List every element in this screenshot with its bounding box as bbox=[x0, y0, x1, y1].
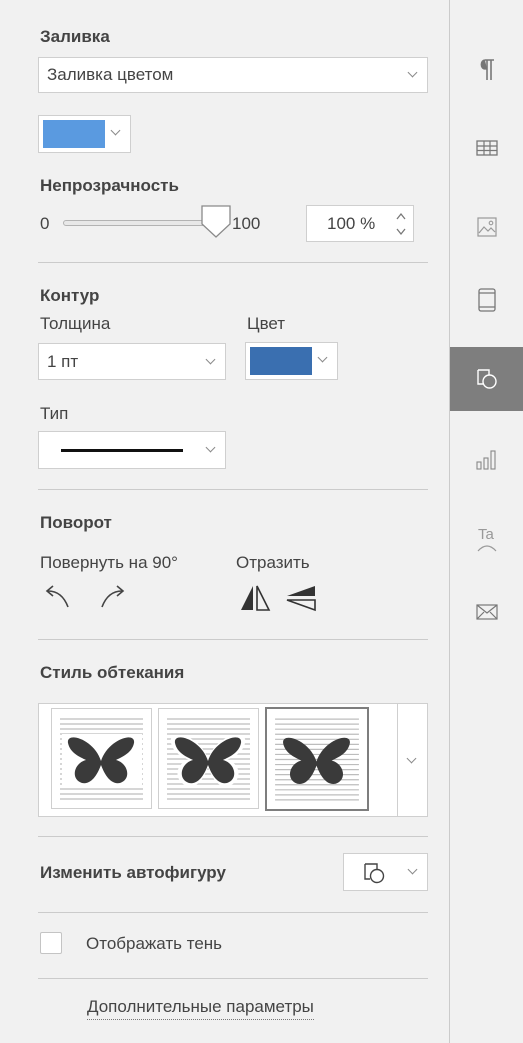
flip-vertical-icon[interactable] bbox=[284, 583, 318, 613]
svg-text:Ta: Ta bbox=[478, 526, 495, 543]
spin-arrows-icon[interactable] bbox=[395, 211, 407, 237]
chart-icon bbox=[475, 450, 496, 470]
opacity-value: 100 % bbox=[327, 213, 376, 233]
gallery-expand-chevron-icon[interactable] bbox=[406, 753, 417, 764]
thickness-select[interactable]: 1 пт bbox=[38, 343, 226, 380]
shape-settings-button[interactable] bbox=[450, 347, 523, 411]
butterfly-wrap-icon bbox=[167, 718, 250, 800]
thickness-label: Толщина bbox=[40, 314, 111, 333]
wrap-option-tight[interactable] bbox=[158, 708, 259, 809]
outline-title: Контур bbox=[40, 286, 100, 305]
chevron-down-icon bbox=[205, 354, 216, 365]
chevron-down-icon bbox=[407, 67, 418, 78]
outline-color-picker[interactable] bbox=[245, 342, 338, 380]
line-type-label: Тип bbox=[40, 404, 69, 423]
image-icon bbox=[476, 217, 497, 237]
solid-line-preview bbox=[61, 449, 183, 452]
header-footer-settings-button[interactable] bbox=[450, 268, 523, 332]
separator bbox=[38, 836, 428, 837]
shape-settings-panel: Заливка Заливка цветом Непрозрачность 0 … bbox=[0, 0, 449, 1043]
show-shadow-label[interactable]: Отображать тень bbox=[86, 934, 222, 954]
image-settings-button[interactable] bbox=[450, 195, 523, 259]
thickness-value: 1 пт bbox=[47, 351, 79, 371]
textart-settings-button[interactable]: Ta bbox=[450, 507, 523, 571]
fill-title: Заливка bbox=[40, 27, 110, 46]
wrap-style-title: Стиль обтекания bbox=[40, 663, 185, 682]
shape-icon bbox=[364, 863, 385, 884]
separator bbox=[38, 489, 428, 490]
paragraph-settings-button[interactable] bbox=[450, 38, 523, 102]
opacity-spinner[interactable]: 100 % bbox=[306, 205, 414, 242]
outline-color-swatch bbox=[250, 347, 312, 375]
fill-color-picker[interactable] bbox=[38, 115, 131, 153]
chevron-down-icon bbox=[407, 864, 418, 875]
fill-type-select[interactable]: Заливка цветом bbox=[38, 57, 428, 93]
flip-label: Отразить bbox=[236, 553, 310, 572]
rotation-title: Поворот bbox=[40, 513, 112, 532]
mail-merge-settings-button[interactable] bbox=[450, 580, 523, 644]
table-settings-button[interactable] bbox=[450, 116, 523, 180]
paragraph-icon bbox=[480, 59, 494, 80]
right-toolbar: Ta bbox=[449, 0, 523, 1043]
fill-type-value: Заливка цветом bbox=[47, 65, 174, 84]
rotate-clockwise-icon[interactable] bbox=[98, 583, 130, 613]
wrap-option-square[interactable] bbox=[51, 708, 152, 809]
flip-horizontal-icon[interactable] bbox=[238, 583, 272, 613]
outline-color-label: Цвет bbox=[247, 314, 286, 333]
gallery-divider bbox=[397, 704, 398, 816]
header-footer-icon bbox=[477, 288, 496, 312]
fill-color-swatch bbox=[43, 120, 105, 148]
chevron-down-icon bbox=[205, 442, 216, 453]
slider-min-label: 0 bbox=[40, 214, 50, 233]
separator bbox=[38, 978, 428, 979]
butterfly-wrap-icon bbox=[275, 718, 359, 801]
rotate-counterclockwise-icon[interactable] bbox=[40, 583, 72, 613]
chevron-down-icon bbox=[317, 352, 328, 363]
slider-max-label: 100 bbox=[232, 214, 261, 233]
line-type-select[interactable] bbox=[38, 431, 226, 469]
mail-merge-icon bbox=[475, 604, 498, 620]
chart-settings-button[interactable] bbox=[450, 428, 523, 492]
change-shape-label: Изменить автофигуру bbox=[40, 863, 226, 882]
separator bbox=[38, 912, 428, 913]
rotate-label: Повернуть на 90° bbox=[40, 553, 178, 572]
change-shape-button[interactable] bbox=[343, 853, 428, 891]
show-shadow-checkbox[interactable] bbox=[40, 932, 62, 954]
opacity-slider-thumb[interactable] bbox=[200, 204, 232, 240]
table-icon bbox=[475, 140, 498, 156]
wrap-style-gallery[interactable] bbox=[38, 703, 428, 817]
butterfly-wrap-icon bbox=[60, 718, 143, 800]
textart-icon: Ta bbox=[477, 526, 496, 552]
wrap-option-through[interactable] bbox=[265, 707, 369, 811]
shape-icon bbox=[476, 369, 497, 389]
advanced-settings-link[interactable]: Дополнительные параметры bbox=[87, 997, 314, 1020]
chevron-down-icon bbox=[110, 125, 121, 136]
opacity-label: Непрозрачность bbox=[40, 176, 179, 195]
separator bbox=[38, 262, 428, 263]
separator bbox=[38, 639, 428, 640]
